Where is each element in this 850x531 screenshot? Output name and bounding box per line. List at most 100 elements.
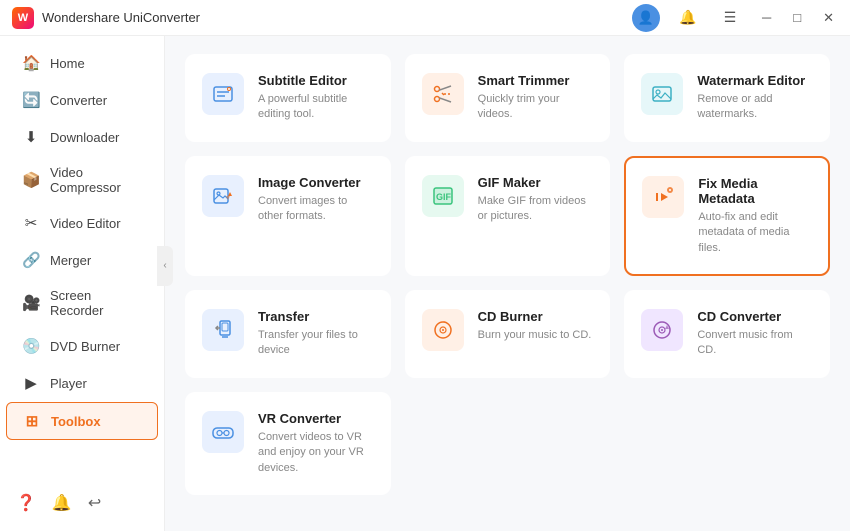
cd-converter-text: CD Converter Convert music from CD. [697, 309, 813, 359]
sidebar-label-dvd-burner: DVD Burner [50, 339, 120, 354]
sidebar-item-home[interactable]: 🏠 Home [6, 45, 158, 81]
smart-trimmer-desc: Quickly trim your videos. [478, 92, 594, 123]
gif-maker-title: GIF Maker [478, 175, 594, 190]
tool-card-watermark-editor[interactable]: Watermark Editor Remove or add watermarks… [624, 54, 830, 142]
watermark-editor-desc: Remove or add watermarks. [697, 92, 813, 123]
sidebar-nav: 🏠 Home🔄 Converter⬇ Downloader📦 Video Com… [0, 44, 164, 441]
screen-recorder-icon: 🎥 [22, 294, 40, 312]
user-icon[interactable]: 👤 [632, 4, 660, 32]
svg-text:GIF: GIF [436, 192, 452, 202]
gif-maker-icon: GIF [422, 175, 464, 217]
watermark-editor-icon [641, 73, 683, 115]
smart-trimmer-title: Smart Trimmer [478, 73, 594, 88]
sidebar-collapse-handle[interactable]: ‹ [157, 246, 173, 286]
video-compressor-icon: 📦 [22, 171, 40, 189]
gif-maker-desc: Make GIF from videos or pictures. [478, 194, 594, 225]
titlebar: W Wondershare UniConverter 👤 🔔 ☰ ─ □ ✕ [0, 0, 850, 36]
tool-card-fix-media-metadata[interactable]: Fix Media Metadata Auto-fix and edit meta… [624, 156, 830, 276]
tool-card-cd-burner[interactable]: CD Burner Burn your music to CD. [405, 290, 611, 378]
cd-burner-title: CD Burner [478, 309, 592, 324]
watermark-editor-title: Watermark Editor [697, 73, 813, 88]
app-logo: W [12, 7, 34, 29]
tool-card-transfer[interactable]: Transfer Transfer your files to device [185, 290, 391, 378]
image-converter-desc: Convert images to other formats. [258, 194, 374, 225]
help-icon[interactable]: ❓ [16, 493, 36, 513]
sidebar-label-toolbox: Toolbox [51, 414, 101, 429]
sidebar-item-converter[interactable]: 🔄 Converter [6, 82, 158, 118]
merger-icon: 🔗 [22, 251, 40, 269]
sidebar-label-screen-recorder: Screen Recorder [50, 288, 142, 318]
gif-maker-text: GIF Maker Make GIF from videos or picture… [478, 175, 594, 225]
sidebar-label-merger: Merger [50, 253, 91, 268]
sidebar-bottom: ❓ 🔔 ↩ [0, 483, 164, 523]
cd-converter-icon [641, 309, 683, 351]
video-editor-icon: ✂ [22, 214, 40, 232]
sidebar-item-video-compressor[interactable]: 📦 Video Compressor [6, 156, 158, 204]
sidebar-label-downloader: Downloader [50, 130, 119, 145]
cd-burner-text: CD Burner Burn your music to CD. [478, 309, 592, 343]
sidebar-label-home: Home [50, 56, 85, 71]
sidebar-item-video-editor[interactable]: ✂ Video Editor [6, 205, 158, 241]
subtitle-editor-desc: A powerful subtitle editing tool. [258, 92, 374, 123]
fix-media-metadata-icon [642, 176, 684, 218]
fix-media-metadata-title: Fix Media Metadata [698, 176, 812, 206]
cd-converter-desc: Convert music from CD. [697, 328, 813, 359]
sidebar-item-merger[interactable]: 🔗 Merger [6, 242, 158, 278]
subtitle-editor-title: Subtitle Editor [258, 73, 374, 88]
menu-icon[interactable]: ☰ [716, 4, 744, 32]
tool-card-gif-maker[interactable]: GIF GIF Maker Make GIF from videos or pic… [405, 156, 611, 276]
player-icon: ▶ [22, 374, 40, 392]
main-layout: 🏠 Home🔄 Converter⬇ Downloader📦 Video Com… [0, 36, 850, 531]
tool-card-smart-trimmer[interactable]: Smart Trimmer Quickly trim your videos. [405, 54, 611, 142]
image-converter-icon [202, 175, 244, 217]
image-converter-text: Image Converter Convert images to other f… [258, 175, 374, 225]
transfer-desc: Transfer your files to device [258, 328, 374, 359]
app-title: Wondershare UniConverter [42, 10, 632, 25]
fix-media-metadata-text: Fix Media Metadata Auto-fix and edit meta… [698, 176, 812, 256]
tools-grid: Subtitle Editor A powerful subtitle editi… [185, 54, 830, 495]
dvd-burner-icon: 💿 [22, 337, 40, 355]
vr-converter-desc: Convert videos to VR and enjoy on your V… [258, 430, 374, 476]
close-button[interactable]: ✕ [819, 10, 838, 26]
subtitle-editor-icon [202, 73, 244, 115]
watermark-editor-text: Watermark Editor Remove or add watermarks… [697, 73, 813, 123]
cd-converter-title: CD Converter [697, 309, 813, 324]
notification-icon[interactable]: 🔔 [52, 493, 72, 513]
sidebar-item-dvd-burner[interactable]: 💿 DVD Burner [6, 328, 158, 364]
downloader-icon: ⬇ [22, 128, 40, 146]
transfer-icon [202, 309, 244, 351]
feedback-icon[interactable]: ↩ [88, 493, 101, 513]
bell-icon[interactable]: 🔔 [674, 4, 702, 32]
sidebar-label-video-compressor: Video Compressor [50, 165, 142, 195]
titlebar-controls: 👤 🔔 ☰ ─ □ ✕ [632, 4, 838, 32]
transfer-title: Transfer [258, 309, 374, 324]
converter-icon: 🔄 [22, 91, 40, 109]
sidebar-label-player: Player [50, 376, 87, 391]
sidebar-item-player[interactable]: ▶ Player [6, 365, 158, 401]
image-converter-title: Image Converter [258, 175, 374, 190]
tool-card-vr-converter[interactable]: VR Converter Convert videos to VR and enj… [185, 392, 391, 495]
vr-converter-title: VR Converter [258, 411, 374, 426]
vr-converter-text: VR Converter Convert videos to VR and enj… [258, 411, 374, 476]
transfer-text: Transfer Transfer your files to device [258, 309, 374, 359]
sidebar-label-video-editor: Video Editor [50, 216, 121, 231]
sidebar: 🏠 Home🔄 Converter⬇ Downloader📦 Video Com… [0, 36, 165, 531]
smart-trimmer-icon [422, 73, 464, 115]
sidebar-item-screen-recorder[interactable]: 🎥 Screen Recorder [6, 279, 158, 327]
home-icon: 🏠 [22, 54, 40, 72]
fix-media-metadata-desc: Auto-fix and edit metadata of media file… [698, 210, 812, 256]
vr-converter-icon [202, 411, 244, 453]
toolbox-icon: ⊞ [23, 412, 41, 430]
cd-burner-desc: Burn your music to CD. [478, 328, 592, 343]
cd-burner-icon [422, 309, 464, 351]
tool-card-cd-converter[interactable]: CD Converter Convert music from CD. [624, 290, 830, 378]
tool-card-subtitle-editor[interactable]: Subtitle Editor A powerful subtitle editi… [185, 54, 391, 142]
smart-trimmer-text: Smart Trimmer Quickly trim your videos. [478, 73, 594, 123]
minimize-button[interactable]: ─ [758, 10, 775, 25]
content-area: Subtitle Editor A powerful subtitle editi… [165, 36, 850, 531]
maximize-button[interactable]: □ [789, 10, 805, 25]
sidebar-item-downloader[interactable]: ⬇ Downloader [6, 119, 158, 155]
subtitle-editor-text: Subtitle Editor A powerful subtitle editi… [258, 73, 374, 123]
tool-card-image-converter[interactable]: Image Converter Convert images to other f… [185, 156, 391, 276]
sidebar-item-toolbox[interactable]: ⊞ Toolbox [6, 402, 158, 440]
